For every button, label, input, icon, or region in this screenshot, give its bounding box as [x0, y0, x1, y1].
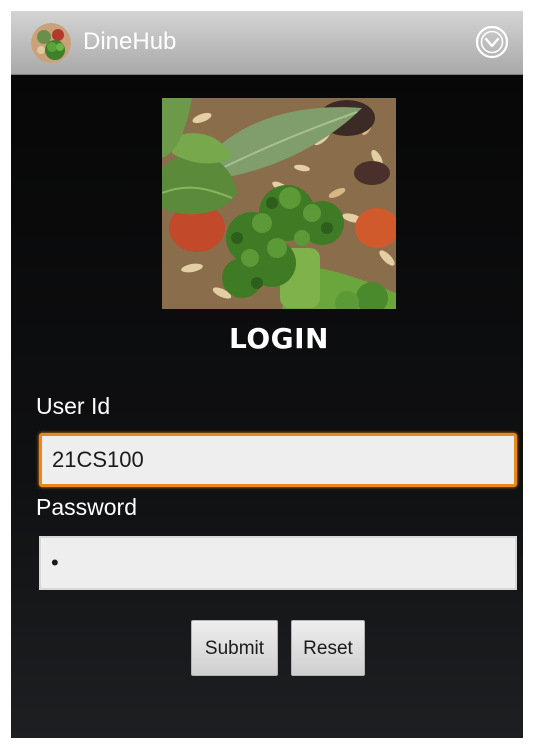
action-bar: DineHub [11, 11, 523, 75]
overflow-menu-button[interactable] [475, 25, 509, 59]
phone-screen: DineHub LOGIN User Id 21CS100 Password •… [11, 11, 523, 738]
app-title: DineHub [83, 28, 177, 55]
food-image [162, 98, 396, 309]
submit-button[interactable]: Submit [191, 620, 278, 676]
reset-button[interactable]: Reset [291, 620, 365, 676]
password-field[interactable] [39, 536, 517, 590]
food-plate-icon [31, 23, 71, 63]
user-id-label: User Id [36, 393, 111, 419]
user-id-field[interactable] [39, 433, 517, 487]
password-label: Password [36, 494, 137, 520]
circle-chevron-down-icon [475, 25, 509, 59]
login-heading: LOGIN [229, 322, 329, 355]
login-content: LOGIN User Id Password Submit Reset [11, 75, 523, 738]
